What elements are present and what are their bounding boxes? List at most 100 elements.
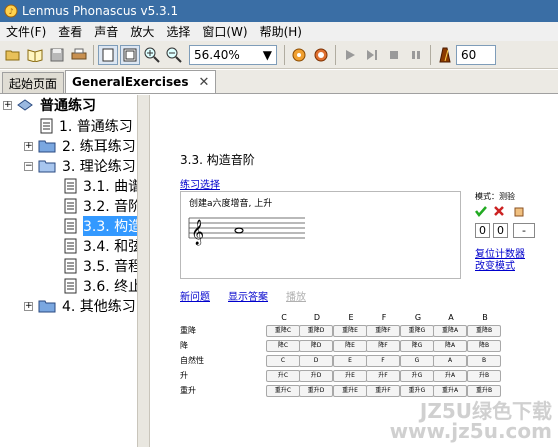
tree-expander[interactable]: − [24, 162, 33, 171]
tree-item[interactable]: 1. 普通练习 [40, 116, 133, 136]
tempo-input[interactable]: 60 [456, 44, 496, 65]
tree-item[interactable]: 3. 理论练习 [38, 156, 136, 176]
column-header: G [414, 313, 422, 322]
answer-button[interactable]: 重升G [400, 385, 434, 397]
document-icon [64, 258, 77, 274]
metronome-button[interactable] [435, 45, 455, 65]
watermark-text: JZ5U绿色下载 www.jz5u.com [389, 399, 552, 443]
folder-icon [38, 300, 56, 313]
tab-general-exercises[interactable]: GeneralExercises ✕ [65, 70, 217, 93]
answer-button[interactable]: 降G [400, 340, 434, 352]
tree-item[interactable]: 3.2. 音阶 [64, 196, 137, 216]
close-icon[interactable]: ✕ [198, 75, 209, 90]
printer-icon [71, 48, 87, 59]
menu-zoom[interactable]: 放大 [124, 23, 160, 40]
play-cursor-button[interactable] [362, 45, 382, 65]
menu-select[interactable]: 选择 [160, 23, 196, 40]
tree-item[interactable]: 2. 练耳练习 [38, 136, 136, 156]
answer-button[interactable]: 升C [266, 370, 300, 382]
answer-button[interactable]: 重升E [333, 385, 367, 397]
pause-button[interactable] [406, 45, 426, 65]
fit-page-icon [123, 48, 137, 61]
fit-page-button[interactable] [120, 44, 140, 65]
answer-button[interactable]: 重降B [467, 325, 501, 337]
menu-view[interactable]: 查看 [52, 23, 88, 40]
answer-button[interactable]: 重升B [467, 385, 501, 397]
tree-item[interactable]: 4. 其他练习 [38, 296, 136, 316]
answer-button[interactable]: 重降A [433, 325, 467, 337]
answer-button[interactable]: 降A [433, 340, 467, 352]
tree-item[interactable]: 3.4. 和弦 [64, 236, 137, 256]
answer-button[interactable]: A [433, 355, 467, 367]
tree-root[interactable]: 普通练习 [16, 95, 96, 115]
zoom-out-icon [166, 47, 182, 63]
answer-button[interactable]: G [400, 355, 434, 367]
answer-button[interactable]: F [366, 355, 400, 367]
metronome-settings-button[interactable] [289, 45, 309, 65]
answer-button[interactable]: D [299, 355, 333, 367]
open-book-button[interactable] [25, 45, 45, 65]
answer-button[interactable]: 重升A [433, 385, 467, 397]
answer-button[interactable]: 降B [467, 340, 501, 352]
answer-button[interactable]: 降C [266, 340, 300, 352]
answer-button[interactable]: 升G [400, 370, 434, 382]
tree-item[interactable]: 3.5. 音程 [64, 256, 137, 276]
answer-button[interactable]: 降D [299, 340, 333, 352]
answer-button[interactable]: 重升C [266, 385, 300, 397]
answer-button[interactable]: 升A [433, 370, 467, 382]
show-answer-link[interactable]: 显示答案 [228, 288, 268, 303]
pause-icon [412, 50, 420, 59]
splitter[interactable] [137, 95, 150, 447]
print-button[interactable] [69, 45, 89, 65]
new-problem-link[interactable]: 新问题 [180, 288, 210, 303]
tree-expander[interactable]: + [24, 142, 33, 151]
tree-item[interactable]: 3.6. 终止 [64, 276, 137, 296]
answer-button[interactable]: E [333, 355, 367, 367]
play-button[interactable] [340, 45, 360, 65]
zoom-out-button[interactable] [164, 45, 184, 65]
answer-button[interactable]: 重升D [299, 385, 333, 397]
menu-sound[interactable]: 声音 [88, 23, 124, 40]
sound-check-button[interactable] [311, 45, 331, 65]
menu-help[interactable]: 帮助(H) [254, 23, 308, 40]
play-link[interactable]: 播放 [286, 288, 306, 303]
menu-bar: 文件(F) 查看 声音 放大 选择 窗口(W) 帮助(H) [0, 22, 558, 41]
answer-button[interactable]: C [266, 355, 300, 367]
menu-file[interactable]: 文件(F) [0, 23, 52, 40]
tree-expander[interactable]: + [3, 101, 12, 110]
answer-button[interactable]: 重降C [266, 325, 300, 337]
page-view-button[interactable] [98, 44, 118, 65]
change-mode-link[interactable]: 改变模式 [475, 257, 515, 272]
answer-button[interactable]: 重降D [299, 325, 333, 337]
answer-button[interactable]: 升E [333, 370, 367, 382]
tree-item-selected[interactable]: 3.3. 构造 [64, 216, 137, 236]
answer-button[interactable]: 升D [299, 370, 333, 382]
column-header: E [348, 313, 354, 322]
answer-button[interactable]: 降F [366, 340, 400, 352]
zoom-in-button[interactable] [142, 45, 162, 65]
answer-button[interactable]: 降E [333, 340, 367, 352]
folder-icon [38, 140, 56, 153]
menu-window[interactable]: 窗口(W) [196, 23, 253, 40]
toolbar-separator [93, 44, 94, 65]
answer-button[interactable]: 重降E [333, 325, 367, 337]
tree-item-label: 3.2. 音阶 [83, 199, 137, 215]
answer-button[interactable]: B [467, 355, 501, 367]
check-icon [475, 206, 487, 217]
zoom-select[interactable]: 56.40% ▼ [189, 44, 277, 65]
toolbar-separator [284, 44, 285, 65]
stop-button[interactable] [384, 45, 404, 65]
tab-start-page[interactable]: 起始页面 [2, 72, 65, 93]
answer-button[interactable]: 升B [467, 370, 501, 382]
tree-item[interactable]: 3.1. 曲谱 [64, 176, 137, 196]
section-title: 3.3. 构造音阶 [180, 153, 255, 167]
settings-link[interactable]: 练习选择 [180, 176, 220, 191]
answer-button[interactable]: 重升F [366, 385, 400, 397]
zoom-in-icon [144, 47, 160, 63]
answer-button[interactable]: 重降G [400, 325, 434, 337]
answer-button[interactable]: 重降F [366, 325, 400, 337]
open-folder-button[interactable] [3, 45, 23, 65]
answer-button[interactable]: 升F [366, 370, 400, 382]
save-button[interactable] [47, 45, 67, 65]
tree-expander[interactable]: + [24, 302, 33, 311]
